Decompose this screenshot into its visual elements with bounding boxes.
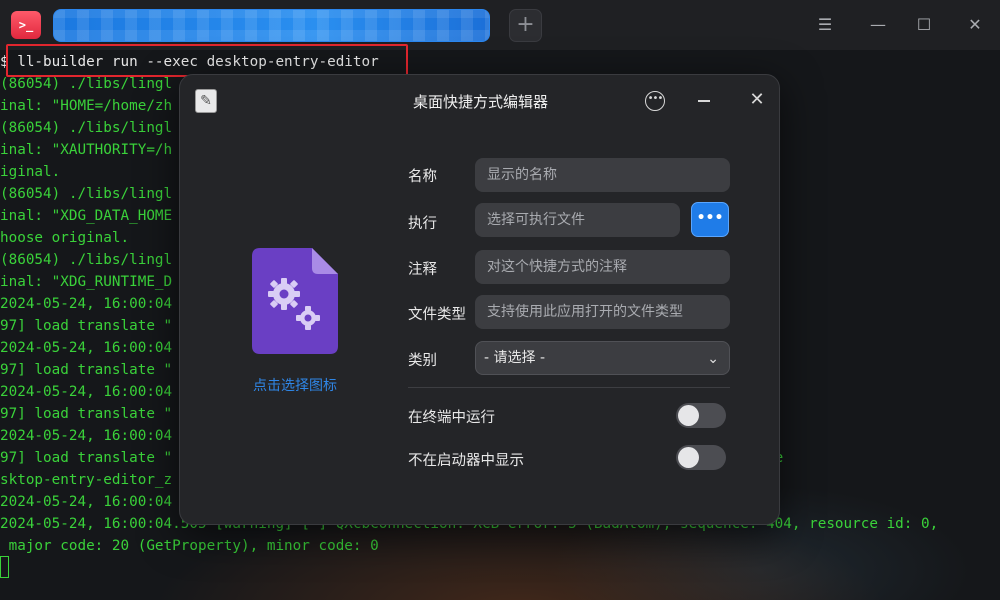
- terminal-titlebar: >_ + ☰ — ☐ ✕: [0, 0, 1000, 50]
- exec-input[interactable]: [475, 203, 680, 237]
- terminal-tab-active[interactable]: [53, 9, 490, 42]
- mimetype-label: 文件类型: [408, 307, 466, 323]
- more-options-icon[interactable]: •••: [645, 91, 665, 111]
- dialog-close-button[interactable]: ✕: [746, 89, 768, 111]
- pick-icon-link[interactable]: 点击选择图标: [220, 375, 370, 395]
- run-in-terminal-toggle[interactable]: [676, 403, 726, 428]
- category-label: 类别: [408, 353, 437, 369]
- terminal-app-icon: >_: [11, 11, 41, 39]
- divider: [408, 387, 730, 388]
- toggle-knob: [678, 405, 699, 426]
- toggle-knob: [678, 447, 699, 468]
- maximize-button[interactable]: ☐: [911, 12, 937, 38]
- add-tab-button[interactable]: +: [509, 9, 542, 42]
- no-display-label: 不在启动器中显示: [408, 453, 524, 469]
- dialog-title: 桌面快捷方式编辑器: [412, 93, 548, 111]
- exec-label: 执行: [408, 216, 437, 232]
- comment-input[interactable]: [475, 250, 730, 284]
- browse-exec-button[interactable]: •••: [691, 202, 729, 237]
- menu-icon[interactable]: ☰: [812, 12, 838, 38]
- name-input[interactable]: [475, 158, 730, 192]
- chevron-down-icon: ⌄: [707, 351, 719, 367]
- category-select[interactable]: - 请选择 - ⌄: [475, 341, 730, 375]
- name-label: 名称: [408, 169, 437, 185]
- run-in-terminal-label: 在终端中运行: [408, 410, 495, 426]
- desktop-entry-editor-dialog: ✎ 桌面快捷方式编辑器 ••• ✕ 点击选择图标 名称 执行 •••: [179, 74, 780, 525]
- terminal-line: major code: 20 (GetProperty), minor code…: [0, 538, 379, 554]
- close-button[interactable]: ✕: [962, 12, 988, 38]
- mimetype-input[interactable]: [475, 295, 730, 329]
- minimize-button[interactable]: —: [865, 12, 891, 38]
- no-display-toggle[interactable]: [676, 445, 726, 470]
- command-highlight-box: [6, 44, 408, 77]
- comment-label: 注释: [408, 262, 437, 278]
- app-icon-picker[interactable]: [252, 248, 338, 354]
- category-selected-value: - 请选择 -: [484, 350, 546, 366]
- dialog-minimize-button[interactable]: [698, 100, 710, 102]
- terminal-cursor: [0, 556, 9, 578]
